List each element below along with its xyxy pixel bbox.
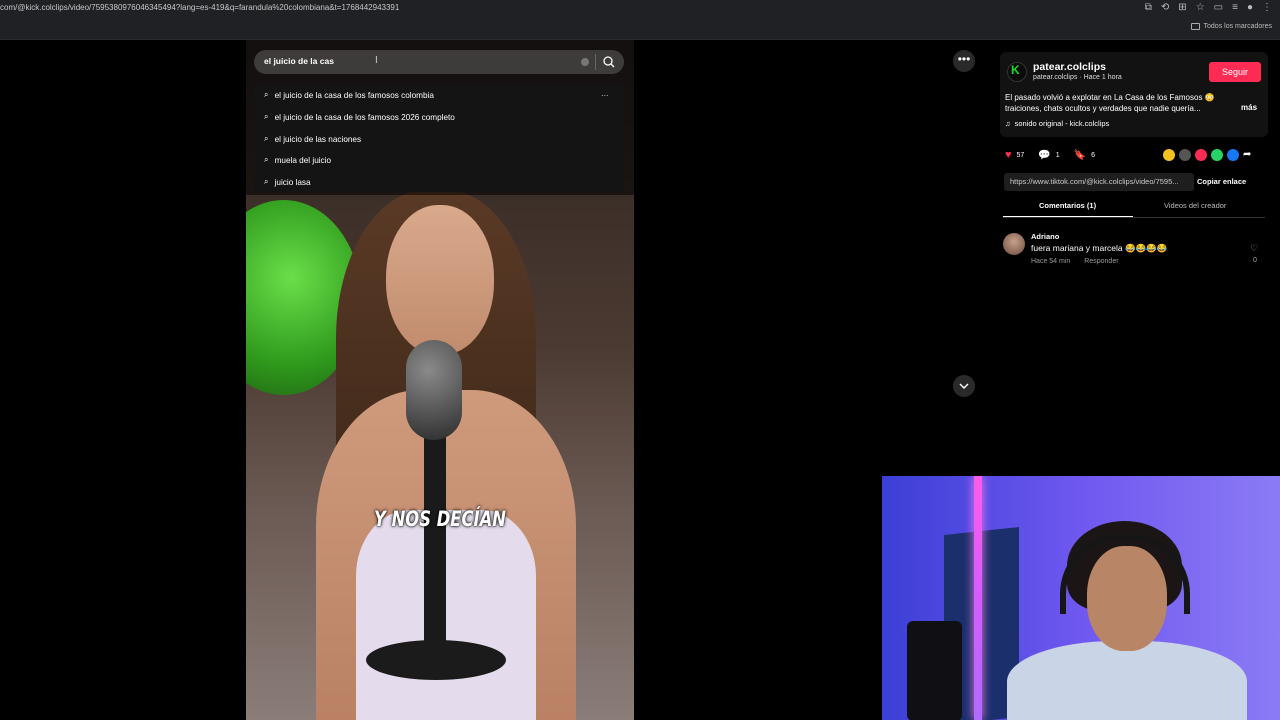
all-bookmarks[interactable]: Todos los marcadores [1190,23,1272,30]
sound-label: sonido original - kick.colclips [1014,119,1110,128]
cast-icon[interactable]: ⧉ [1145,2,1152,13]
sound-link[interactable]: ♫ sonido original - kick.colclips [1005,119,1109,128]
facebook-icon[interactable] [1227,149,1239,161]
streamer-microphone [907,621,962,720]
profile-icon[interactable]: ● [1247,2,1253,13]
comment-icon: 💬 [1038,149,1051,161]
next-video-button[interactable] [953,375,975,397]
sidebar-icon[interactable]: ▭ [1214,2,1223,13]
copy-link-button[interactable]: Copiar enlace [1197,177,1246,186]
music-note-icon: ♫ [1005,119,1011,128]
video-description: El pasado volvió a explotar en La Casa d… [1005,93,1215,113]
bookmarks-bar: Todos los marcadores [0,18,1280,40]
comment-meta: Hace 54 min Responder [1031,258,1119,265]
video-subject-top [356,510,536,720]
suggestion-label: juicio lasa [274,177,311,187]
streamer-shirt [1007,641,1247,720]
microphone-base [366,640,506,680]
comment-stat[interactable]: 💬 1 [1038,150,1059,161]
like-count: 57 [1016,151,1025,159]
kick-logo-icon: K [1011,63,1020,77]
comment-time: Hace 54 min [1031,258,1071,265]
microphone [406,340,462,440]
microphone-stand [424,435,446,665]
bookmark-icon: 🔖 [1073,149,1087,161]
suggestion-label: el juicio de la casa de los famosos colo… [274,90,434,100]
search-bar[interactable]: el juicio de la cas [254,50,624,74]
all-bookmarks-label: Todos los marcadores [1203,23,1272,30]
search-divider [595,54,596,70]
comment-text: fuera mariana y marcela 😂😂😂😂 [1031,243,1168,253]
save-stat[interactable]: 🔖 6 [1074,150,1095,161]
save-count: 6 [1091,151,1096,159]
search-icon [603,56,615,68]
coin-share-icon[interactable] [1163,149,1175,161]
commenter-avatar[interactable] [1003,233,1025,255]
send-icon[interactable] [1195,149,1207,161]
clear-search-icon[interactable] [581,58,589,66]
description-more-link[interactable]: más [1241,103,1257,112]
tab-search-icon[interactable]: ≡ [1232,2,1238,13]
text-cursor-icon: I [375,55,378,66]
extensions-icon[interactable]: ⊞ [1178,2,1186,13]
comment-author[interactable]: Adriano [1031,232,1059,241]
suggestion-label: el juicio de las naciones [274,134,362,144]
share-icons: ➦ [1163,149,1251,161]
reply-button[interactable]: Responder [1084,258,1118,265]
engagement-stats: ♥ 57 💬 1 🔖 6 [1005,149,1109,161]
suggestion-item[interactable]: ⌕ juicio lasa [264,177,311,187]
search-icon: ⌕ [264,155,269,164]
url-text[interactable]: com/@kick.colclips/video/759538097604634… [0,3,399,12]
translate-icon[interactable]: ⟲ [1161,2,1169,13]
search-icon: ⌕ [264,177,269,186]
folder-icon [1190,23,1200,30]
follow-button[interactable]: Seguir [1209,62,1261,82]
embed-icon[interactable] [1179,149,1191,161]
suggestion-label: muela del juicio [274,155,332,165]
creator-username[interactable]: patear.colclips [1033,61,1106,73]
whatsapp-icon[interactable] [1211,149,1223,161]
search-icon: ⌕ [264,134,269,143]
comment-count: 1 [1055,151,1060,159]
menu-icon[interactable]: ⋮ [1262,2,1272,13]
browser-toolbar-icons: ⧉ ⟲ ⊞ ☆ ▭ ≡ ● ⋮ [1145,2,1272,13]
ellipsis-icon: ••• [957,52,971,66]
led-light-strip [974,476,982,720]
search-button[interactable] [600,54,618,70]
search-input[interactable]: el juicio de la cas [264,56,334,66]
suggestion-item[interactable]: ⌕ el juicio de las naciones [264,134,361,144]
search-icon: ⌕ [264,90,269,99]
bookmark-star-icon[interactable]: ☆ [1196,2,1205,13]
tab-creator-videos[interactable]: Videos del creador [1164,201,1226,210]
active-tab-indicator [1003,216,1133,217]
heart-icon: ♥ [1005,149,1012,161]
suggestion-item[interactable]: ⌕ muela del juicio [264,155,331,165]
video-caption: Y NOS DECÍAN [374,507,506,531]
like-stat[interactable]: ♥ 57 [1005,149,1024,161]
comment-heart-icon[interactable]: ♡ [1250,243,1258,254]
more-options-button[interactable]: ••• [953,50,975,72]
suggestion-item[interactable]: ⌕ el juicio de la casa de los famosos 20… [264,112,455,122]
search-icon: ⌕ [264,112,269,121]
webcam-overlay [882,476,1280,720]
video-link-field[interactable]: https://www.tiktok.com/@kick.colclips/vi… [1004,173,1194,191]
creator-subline: patear.colclips · Hace 1 hora [1033,74,1122,81]
tab-comments[interactable]: Comentarios (1) [1039,201,1096,210]
chevron-down-icon [959,383,969,390]
comment-like-count: 0 [1253,257,1257,264]
video-subject-face [386,205,494,355]
suggestion-item[interactable]: ⌕ el juicio de la casa de los famosos co… [264,90,434,100]
tabs-divider [1003,217,1265,218]
search-suggestions: ⌕ el juicio de la casa de los famosos co… [254,84,624,192]
suggestion-label: el juicio de la casa de los famosos 2026… [274,112,455,122]
suggestion-more-icon[interactable]: ... [601,88,609,98]
share-arrow-icon[interactable]: ➦ [1243,149,1251,161]
browser-url-bar[interactable]: com/@kick.colclips/video/759538097604634… [0,0,1280,18]
